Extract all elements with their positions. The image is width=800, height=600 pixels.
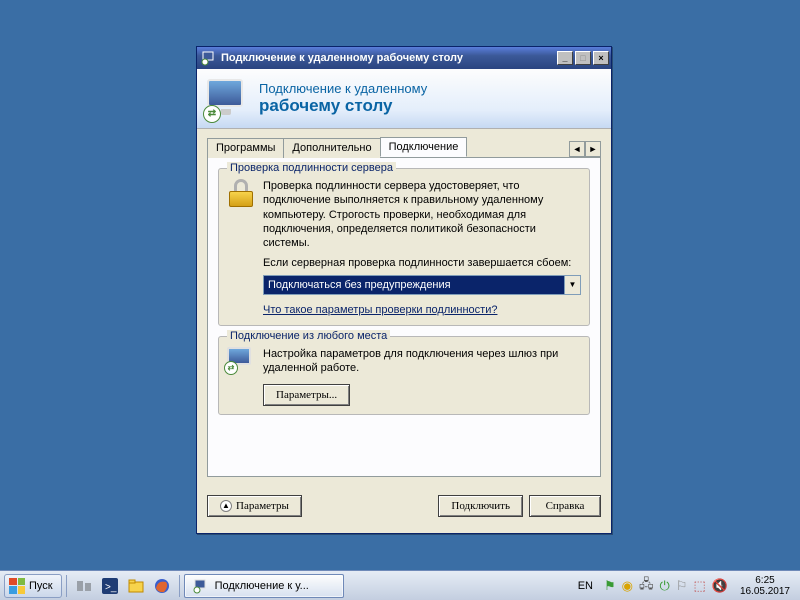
rdp-icon: ⇄ — [203, 75, 251, 123]
rdp-dialog-window: Подключение к удаленному рабочему столу … — [196, 46, 612, 534]
ql-powershell-icon[interactable]: >_ — [99, 575, 121, 597]
help-button[interactable]: Справка — [529, 495, 601, 517]
windows-logo-icon — [9, 578, 25, 594]
lock-icon — [227, 179, 263, 317]
chevron-down-icon: ▼ — [564, 276, 580, 294]
ql-server-manager-icon[interactable] — [73, 575, 95, 597]
group-server-auth: Проверка подлинности сервера Проверка по… — [218, 168, 590, 326]
tab-advanced[interactable]: Дополнительно — [283, 138, 380, 158]
chevron-up-icon: ▲ — [220, 500, 232, 512]
start-label: Пуск — [29, 580, 53, 592]
header-banner: ⇄ Подключение к удаленному рабочему стол… — [197, 69, 611, 129]
app-icon — [201, 50, 217, 66]
tray-device-icon[interactable]: ⬚ — [693, 578, 705, 594]
taskbar-separator-2 — [179, 575, 180, 597]
window-title: Подключение к удаленному рабочему столу — [221, 52, 555, 64]
auth-fail-combobox[interactable]: Подключаться без предупреждения ▼ — [263, 275, 581, 295]
taskbar: Пуск >_ Подключение к у... EN ⚑ ◉ 🖧 ⏻ ⚐ … — [0, 570, 800, 600]
tab-strip: Программы Дополнительно Подключение ◄ ► — [207, 137, 601, 157]
tab-programs[interactable]: Программы — [207, 138, 284, 158]
tab-scroll-left[interactable]: ◄ — [569, 141, 585, 157]
banner-line1: Подключение к удаленному — [259, 81, 427, 96]
group-connect-anywhere: Подключение из любого места ⇄ Настройка … — [218, 336, 590, 415]
titlebar[interactable]: Подключение к удаленному рабочему столу … — [197, 47, 611, 69]
task-app-icon — [193, 578, 209, 594]
tray-flag-icon[interactable]: ⚐ — [676, 578, 688, 594]
tab-connection[interactable]: Подключение — [380, 137, 468, 157]
clock-time: 6:25 — [740, 575, 790, 586]
tray-action-center-icon[interactable]: ⚑ — [604, 578, 616, 594]
taskbar-task-rdp[interactable]: Подключение к у... — [184, 574, 344, 598]
auth-description: Проверка подлинности сервера удостоверяе… — [263, 179, 581, 250]
options-toggle-button[interactable]: ▲ Параметры — [207, 495, 302, 517]
gateway-icon: ⇄ — [227, 347, 263, 406]
maximize-button: □ — [575, 51, 591, 65]
anywhere-description: Настройка параметров для подключения чер… — [263, 347, 581, 376]
ql-firefox-icon[interactable] — [151, 575, 173, 597]
ql-explorer-icon[interactable] — [125, 575, 147, 597]
tray-clock[interactable]: 6:25 16.05.2017 — [734, 575, 796, 597]
tray-power-icon[interactable]: ⏻ — [660, 578, 670, 594]
tray-network-icon[interactable]: 🖧 — [639, 575, 654, 597]
auth-fail-label: Если серверная проверка подлинности заве… — [263, 256, 581, 270]
language-indicator[interactable]: EN — [573, 577, 598, 595]
minimize-button[interactable]: _ — [557, 51, 573, 65]
start-button[interactable]: Пуск — [4, 574, 62, 598]
clock-date: 16.05.2017 — [740, 586, 790, 597]
options-label: Параметры — [236, 500, 289, 512]
taskbar-separator — [66, 575, 67, 597]
svg-text:>_: >_ — [105, 582, 117, 593]
group-server-auth-legend: Проверка подлинности сервера — [227, 162, 396, 174]
connect-button[interactable]: Подключить — [438, 495, 523, 517]
auth-help-link[interactable]: Что такое параметры проверки подлинности… — [263, 303, 497, 317]
close-button[interactable]: × — [593, 51, 609, 65]
tab-panel-connection: Проверка подлинности сервера Проверка по… — [207, 157, 601, 477]
tab-scroll-right[interactable]: ► — [585, 141, 601, 157]
group-anywhere-legend: Подключение из любого места — [227, 330, 390, 342]
task-title: Подключение к у... — [215, 580, 309, 592]
tray-sound-icon[interactable]: 🔇 — [712, 578, 728, 594]
auth-fail-value: Подключаться без предупреждения — [268, 278, 451, 292]
banner-line2: рабочему столу — [259, 96, 427, 116]
tray-updates-icon[interactable]: ◉ — [622, 578, 633, 594]
gateway-params-button[interactable]: Параметры... — [263, 384, 350, 406]
